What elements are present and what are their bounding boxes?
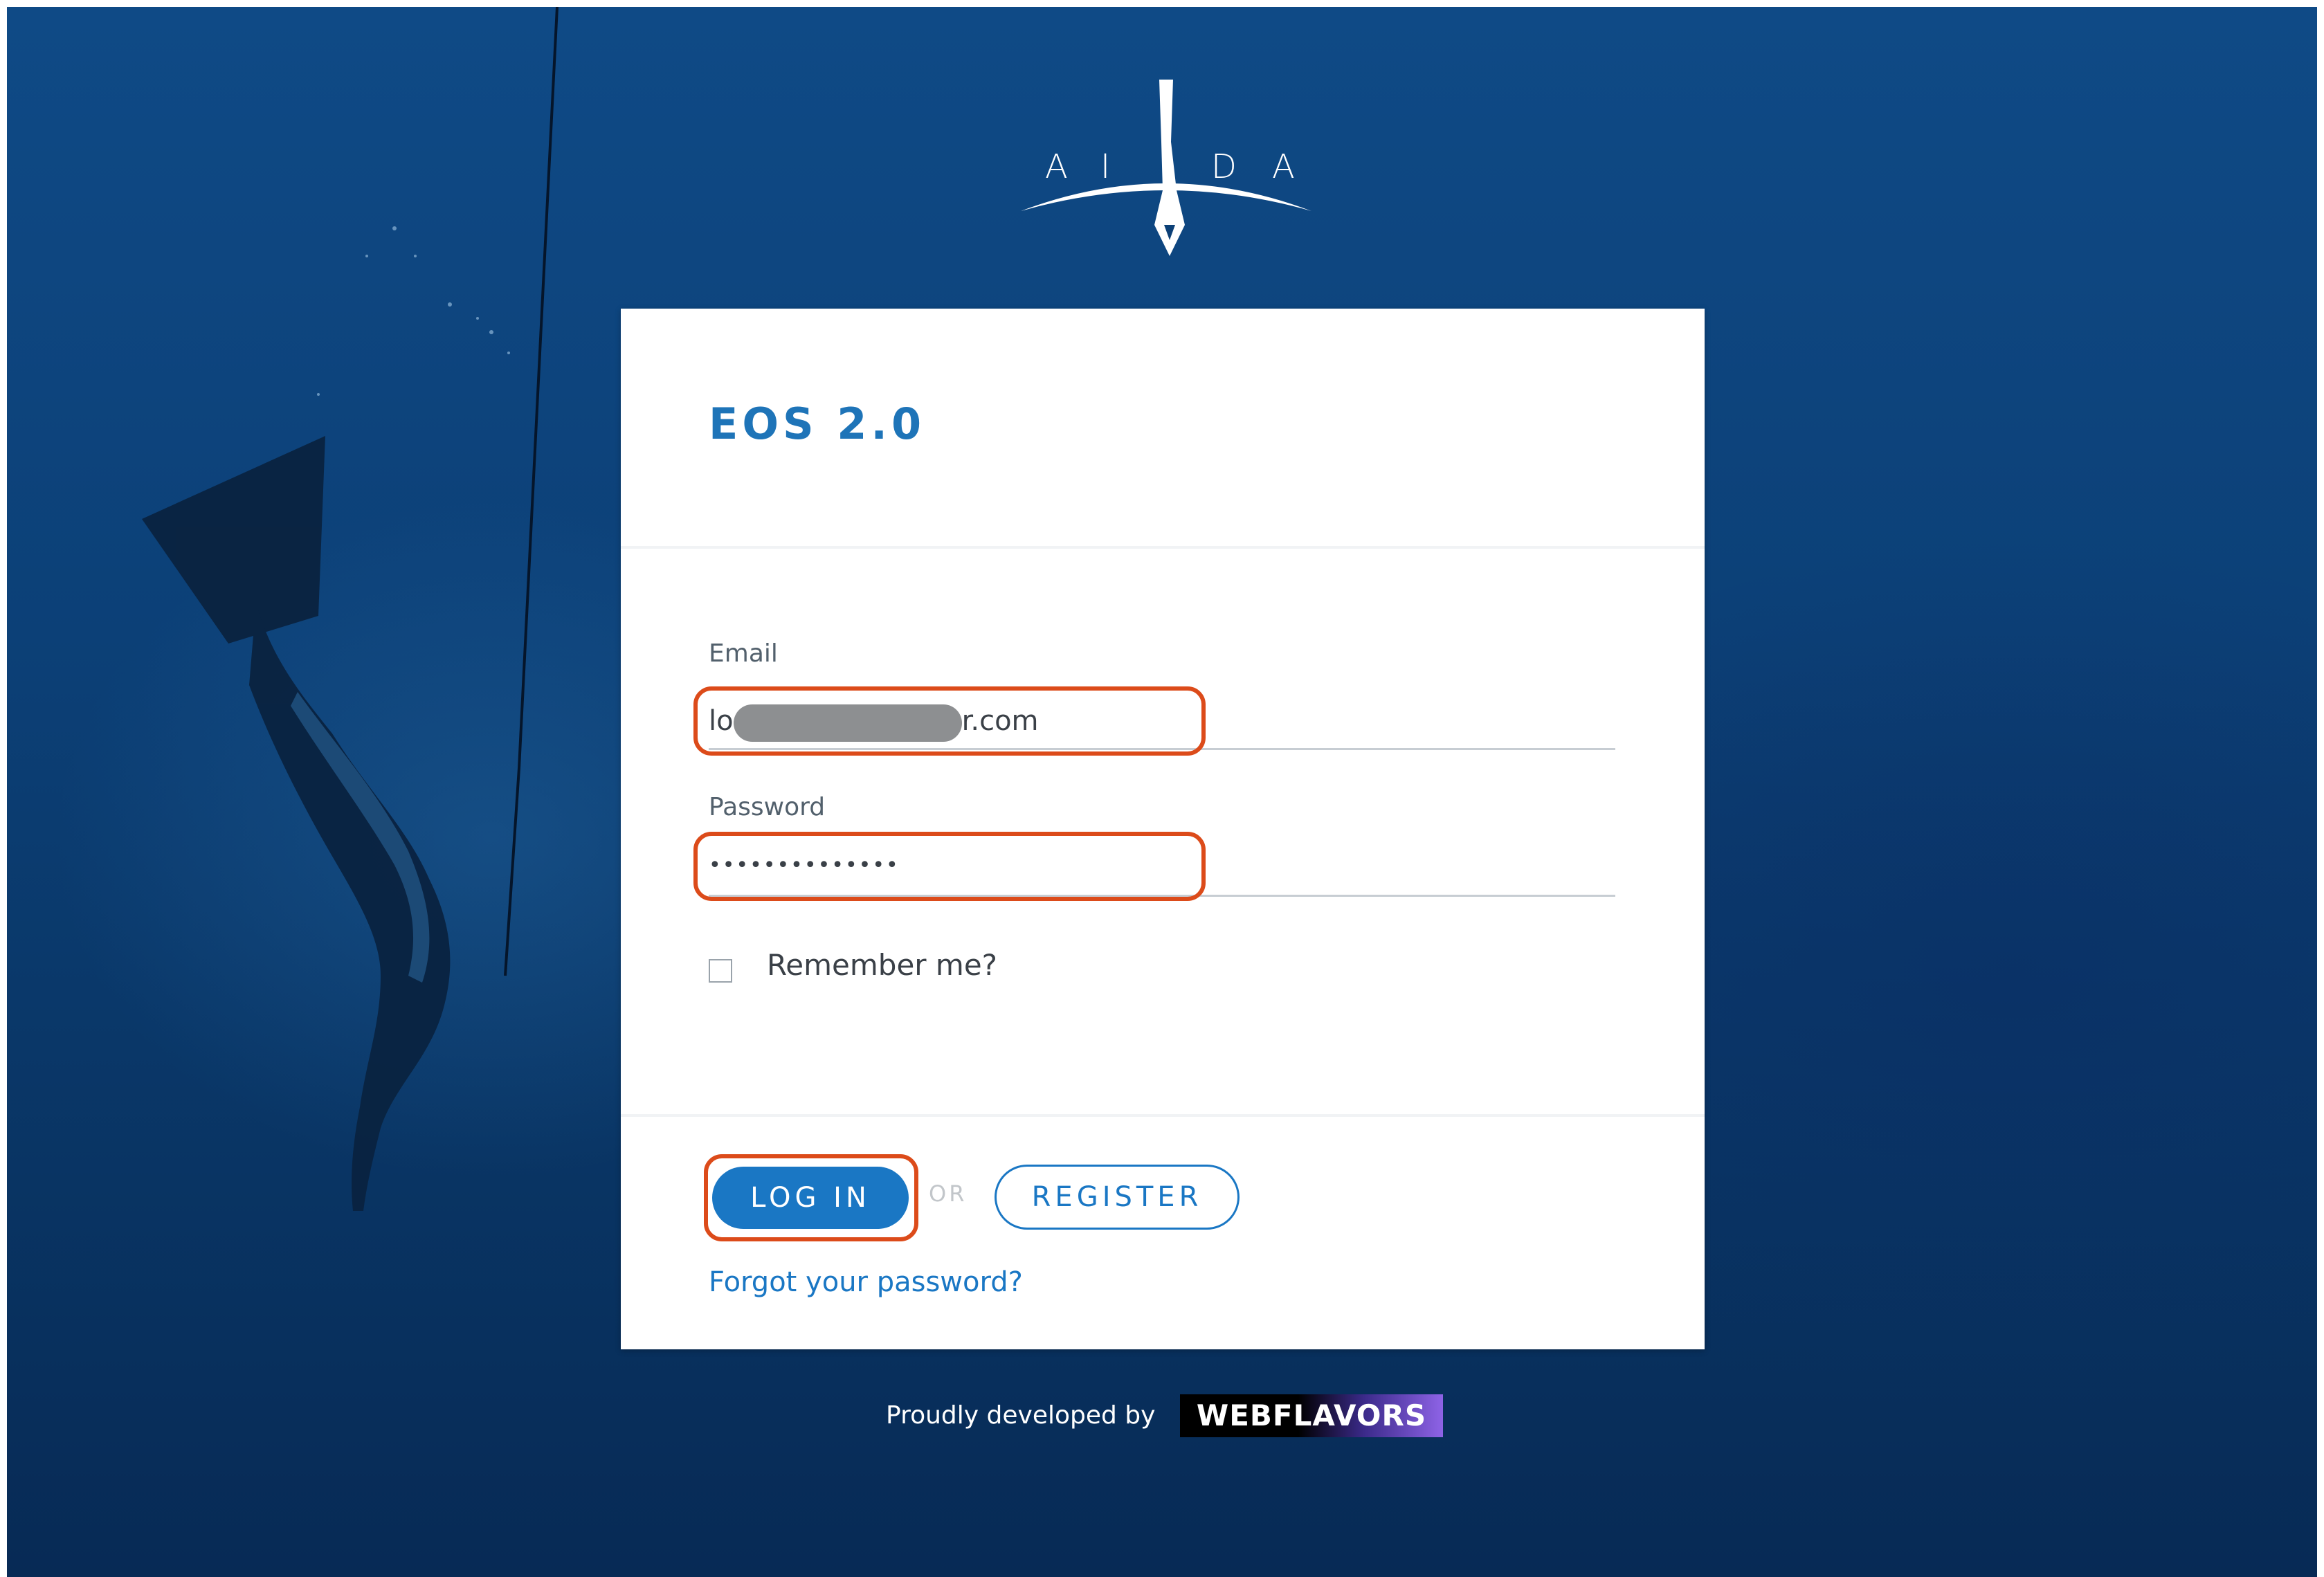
password-highlight-outline — [693, 832, 1206, 901]
card-header: EOS 2.0 — [621, 309, 1705, 549]
login-highlight-outline — [704, 1154, 918, 1241]
remember-me-checkbox[interactable] — [709, 959, 732, 983]
logo-letters: A I D A — [1004, 147, 1329, 189]
footer-divider — [621, 1114, 1705, 1117]
logo-letter: A — [1272, 147, 1295, 186]
aida-logo: A I D A — [1004, 66, 1329, 273]
email-label: Email — [709, 639, 778, 668]
logo-letter: D — [1211, 147, 1237, 186]
remember-me-label: Remember me? — [767, 948, 997, 982]
credit-text: Proudly developed by — [886, 1401, 1156, 1430]
webflavors-logo[interactable]: WEBFLAVORS — [1180, 1394, 1443, 1437]
register-button[interactable]: REGISTER — [995, 1165, 1240, 1230]
email-highlight-outline — [693, 686, 1206, 756]
password-label: Password — [709, 793, 826, 821]
forgot-password-link[interactable]: Forgot your password? — [709, 1266, 1023, 1298]
login-card: EOS 2.0 Email lo r.com Password •••••••••… — [621, 309, 1705, 1349]
logo-letter: I — [1100, 147, 1111, 186]
app-title: EOS 2.0 — [709, 399, 926, 449]
logo-letter: A — [1045, 147, 1068, 186]
or-separator: OR — [929, 1181, 968, 1207]
background-scene: A I D A EOS 2.0 Email lo r.com Password •… — [7, 7, 2317, 1577]
